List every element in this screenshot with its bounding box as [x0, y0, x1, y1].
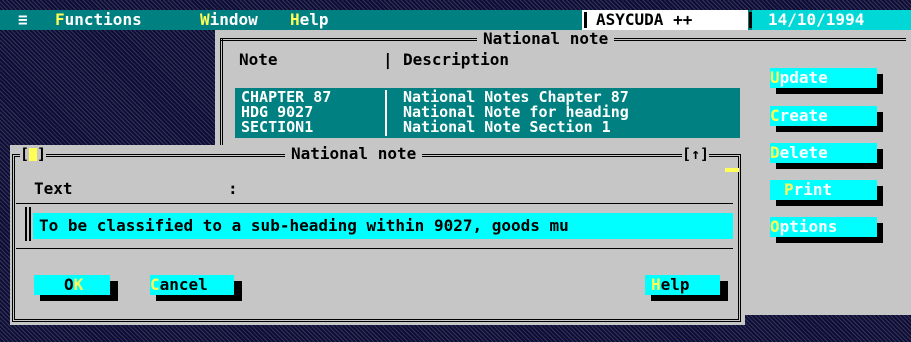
button-shadow	[720, 281, 728, 301]
text-label-colon: :	[228, 179, 238, 198]
options-button[interactable]: Options	[770, 217, 883, 243]
button-shadow	[40, 295, 116, 301]
create-button[interactable]: Create	[770, 106, 883, 132]
desktop: ≡ Functions Window Help ASYCUDA ++ 14/10…	[0, 0, 911, 342]
divider	[16, 248, 733, 249]
menu-window[interactable]: Window	[200, 10, 258, 30]
notes-list[interactable]: CHAPTER 87 National Notes Chapter 87 HDG…	[235, 88, 740, 138]
text-label: Text	[34, 179, 73, 198]
close-control[interactable]: []	[20, 145, 47, 163]
menu-help[interactable]: Help	[290, 10, 329, 30]
button-shadow	[776, 200, 883, 206]
column-header-note: Note	[239, 50, 278, 69]
note-text-field[interactable]: To be classified to a sub-heading within…	[33, 213, 733, 239]
column-header-description: Description	[403, 50, 509, 69]
date-display: 14/10/1994	[752, 10, 911, 30]
resize-handle[interactable]	[725, 168, 739, 172]
button-shadow	[877, 149, 883, 169]
button-shadow	[776, 88, 883, 94]
divider	[584, 12, 587, 28]
ok-button[interactable]: OK	[34, 275, 118, 301]
system-menu-icon[interactable]: ≡	[18, 10, 28, 30]
button-shadow	[877, 223, 883, 243]
delete-button[interactable]: Delete	[770, 143, 883, 169]
app-title: ASYCUDA ++	[582, 10, 748, 30]
help-button[interactable]: Help	[645, 275, 728, 301]
button-shadow	[110, 281, 118, 301]
column-separator: |	[383, 50, 393, 69]
field-border	[29, 207, 31, 241]
dialog-title: National note	[285, 145, 423, 163]
window-frame	[220, 38, 223, 148]
update-button[interactable]: Update	[770, 68, 883, 94]
button-shadow	[234, 281, 242, 301]
button-shadow	[776, 163, 883, 169]
print-button[interactable]: Print	[770, 180, 883, 206]
divider	[16, 203, 733, 204]
button-shadow	[651, 295, 726, 301]
button-shadow	[877, 112, 883, 132]
button-shadow	[877, 74, 883, 94]
button-shadow	[877, 186, 883, 206]
list-item-note[interactable]: SECTION1	[241, 120, 313, 135]
list-column-divider	[385, 90, 387, 136]
cancel-button[interactable]: Cancel	[150, 275, 242, 301]
menu-functions[interactable]: Functions	[55, 10, 142, 30]
button-shadow	[776, 237, 883, 243]
national-note-dialog: [] National note [↑] Text : To be classi…	[10, 145, 745, 325]
button-shadow	[776, 126, 883, 132]
window-title: National note	[477, 30, 615, 48]
list-item-description[interactable]: National Note Section 1	[403, 120, 611, 135]
close-icon[interactable]	[29, 148, 38, 161]
divider	[749, 12, 752, 28]
button-shadow	[156, 295, 240, 301]
field-border	[25, 207, 27, 241]
maximize-control[interactable]: [↑]	[682, 145, 710, 163]
